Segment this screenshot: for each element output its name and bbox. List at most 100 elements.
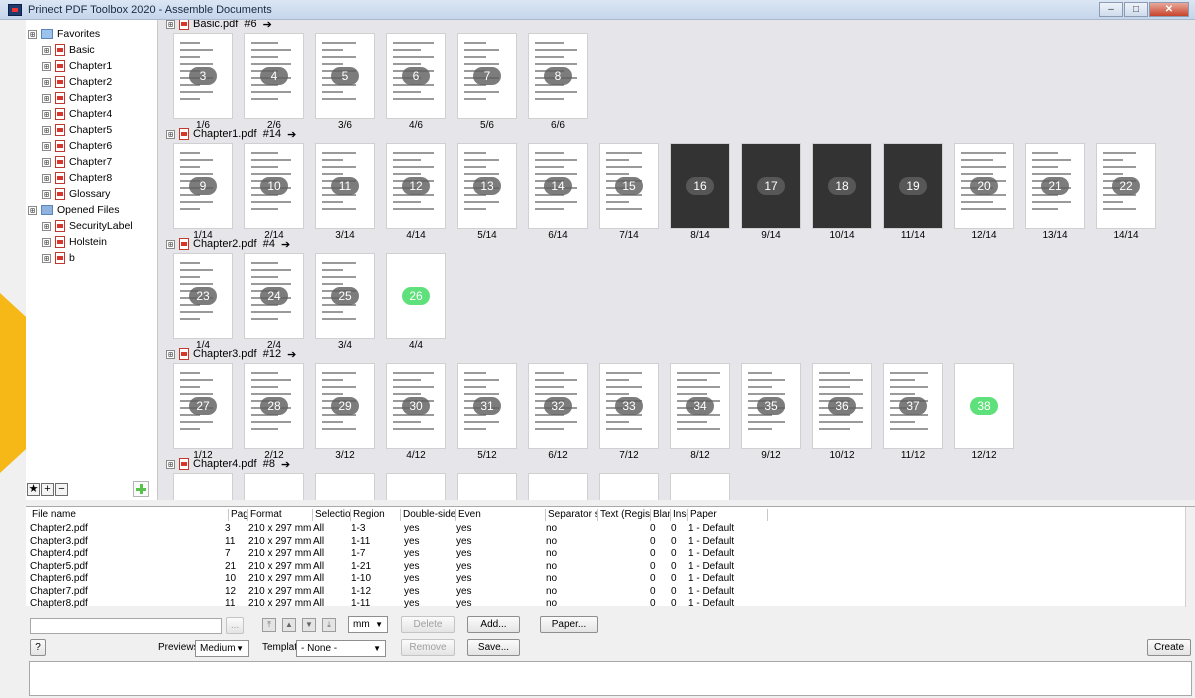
tree-item-chapter7[interactable]: ⊞ Chapter7 [42, 154, 112, 170]
document-table[interactable]: File namePageFormatSelectionRegionDouble… [26, 506, 1195, 609]
path-field[interactable] [30, 618, 222, 634]
tree-item-b[interactable]: ⊞ b [42, 250, 75, 266]
expand-icon[interactable]: ⊞ [42, 221, 51, 231]
tree-item-chapter4[interactable]: ⊞ Chapter4 [42, 106, 112, 122]
expand-icon[interactable]: ⊞ [42, 109, 51, 119]
tree-item-chapter8[interactable]: ⊞ Chapter8 [42, 170, 112, 186]
template-select[interactable]: - None - ▼ [296, 640, 386, 657]
minimize-button[interactable]: – [1099, 2, 1123, 17]
column-header[interactable]: Blank [651, 509, 671, 521]
expand-icon[interactable]: ⊞ [42, 173, 51, 183]
chevron-down-icon: ▼ [236, 644, 244, 653]
page-thumbnail[interactable] [671, 474, 729, 500]
table-row[interactable]: Chapter3.pdf 11 210 x 297 mm All 1-11 yes yes n… [26, 536, 1176, 548]
tree-item-opened-files[interactable]: ⊞ Opened Files [28, 202, 119, 218]
expand-icon[interactable]: ⊞ [42, 237, 51, 247]
column-header[interactable]: Format [248, 509, 313, 521]
expand-icon[interactable]: ⊞ [42, 45, 51, 55]
expand-icon[interactable]: ⊞ [42, 157, 51, 167]
group-header[interactable]: ⊞ Chapter2.pdf #4 ➔ [166, 236, 290, 252]
close-button[interactable]: ✕ [1149, 2, 1189, 17]
tree-item-favorites[interactable]: ⊞ Favorites [28, 26, 100, 42]
expand-icon[interactable]: ⊞ [42, 93, 51, 103]
page-thumbnail[interactable] [387, 474, 445, 500]
expand-icon[interactable]: ⊞ [166, 349, 175, 359]
table-row[interactable]: Chapter2.pdf 3 210 x 297 mm All 1-3 yes yes no 0… [26, 523, 1176, 535]
table-row[interactable]: Chapter6.pdf 10 210 x 297 mm All 1-10 yes yes n… [26, 573, 1176, 585]
create-button[interactable]: Create [1147, 639, 1191, 656]
save-button[interactable]: Save... [467, 639, 520, 656]
expand-icon[interactable]: ⊞ [42, 141, 51, 151]
remove-button[interactable]: Remove [401, 639, 455, 656]
page-thumbnail[interactable] [245, 474, 303, 500]
unit-select[interactable]: mm ▼ [348, 616, 388, 633]
page-thumbnail[interactable] [458, 474, 516, 500]
page-thumbnail[interactable] [529, 474, 587, 500]
move-down-icon[interactable]: ▼ [302, 618, 316, 632]
column-header[interactable]: Region [351, 509, 401, 521]
expand-icon[interactable]: ⊞ [28, 29, 37, 39]
expand-icon[interactable]: ⊞ [166, 20, 175, 29]
expand-icon[interactable]: ⊞ [166, 129, 175, 139]
table-row[interactable]: Chapter4.pdf 7 210 x 297 mm All 1-7 yes yes no 0… [26, 548, 1176, 560]
expand-icon[interactable]: ⊞ [28, 205, 37, 215]
page-label: 3/4 [338, 340, 352, 351]
tree-item-chapter3[interactable]: ⊞ Chapter3 [42, 90, 112, 106]
column-header[interactable]: File name [30, 509, 229, 521]
tree-item-basic[interactable]: ⊞ Basic [42, 42, 95, 58]
expand-icon[interactable]: ⊞ [42, 77, 51, 87]
group-header[interactable]: ⊞ Chapter3.pdf #12 ➔ [166, 346, 296, 362]
previews-value: Medium [200, 643, 236, 654]
browse-button[interactable]: ... [226, 617, 244, 634]
move-top-icon[interactable]: ⤒ [262, 618, 276, 632]
delete-button[interactable]: Delete [401, 616, 455, 633]
column-header[interactable]: Inser [671, 509, 688, 521]
tree-item-securitylabel[interactable]: ⊞ SecurityLabel [42, 218, 133, 234]
column-header[interactable]: Selection [313, 509, 351, 521]
column-header[interactable]: Double-sided [401, 509, 456, 521]
favorite-button[interactable]: ★ [27, 483, 40, 496]
page-thumbnail[interactable] [600, 474, 658, 500]
table-cell: yes [456, 548, 472, 559]
expand-icon[interactable]: ⊞ [42, 253, 51, 263]
group-header[interactable]: ⊞ Chapter1.pdf #14 ➔ [166, 126, 296, 142]
expand-icon[interactable]: ⊞ [166, 459, 175, 469]
add-button[interactable]: Add... [467, 616, 520, 633]
help-button[interactable]: ? [30, 639, 46, 656]
column-header[interactable]: Page [229, 509, 248, 521]
expand-icon[interactable]: ⊞ [42, 189, 51, 199]
column-header[interactable]: Text (Register) [598, 509, 651, 521]
page-preview-panel[interactable]: ⊞ Basic.pdf #6 ➔ 3 1/6 4 2/6 5 3/6 6 4/6 7 5/6 8 6/6 ⊞ C… [158, 20, 1195, 500]
tree-item-holstein[interactable]: ⊞ Holstein [42, 234, 107, 250]
column-header[interactable]: Even [456, 509, 546, 521]
page-thumbnail[interactable] [316, 474, 374, 500]
group-header[interactable]: ⊞ Chapter4.pdf #8 ➔ [166, 456, 290, 472]
tree-item-chapter5[interactable]: ⊞ Chapter5 [42, 122, 112, 138]
add-tree-button[interactable]: + [41, 483, 54, 496]
tree-item-chapter1[interactable]: ⊞ Chapter1 [42, 58, 112, 74]
column-header[interactable]: Paper [688, 509, 768, 521]
table-scrollbar[interactable] [1185, 507, 1195, 607]
remove-tree-button[interactable]: − [55, 483, 68, 496]
column-header[interactable]: Separator shee [546, 509, 598, 521]
paper-button[interactable]: Paper... [540, 616, 598, 633]
table-row[interactable]: Chapter5.pdf 21 210 x 297 mm All 1-21 yes yes n… [26, 561, 1176, 573]
table-cell: 210 x 297 mm [248, 548, 312, 559]
move-bottom-icon[interactable]: ⤓ [322, 618, 336, 632]
maximize-button[interactable]: □ [1124, 2, 1148, 17]
group-name: Basic.pdf [193, 20, 239, 30]
add-document-icon[interactable] [133, 481, 149, 497]
expand-icon[interactable]: ⊞ [166, 239, 175, 249]
tree-item-glossary[interactable]: ⊞ Glossary [42, 186, 110, 202]
pdf-icon [179, 458, 189, 470]
tree-item-chapter2[interactable]: ⊞ Chapter2 [42, 74, 112, 90]
chevron-down-icon: ▼ [375, 620, 383, 629]
expand-icon[interactable]: ⊞ [42, 61, 51, 71]
move-up-icon[interactable]: ▲ [282, 618, 296, 632]
expand-icon[interactable]: ⊞ [42, 125, 51, 135]
table-row[interactable]: Chapter7.pdf 12 210 x 297 mm All 1-12 yes yes n… [26, 586, 1176, 598]
tree-item-chapter6[interactable]: ⊞ Chapter6 [42, 138, 112, 154]
group-header[interactable]: ⊞ Basic.pdf #6 ➔ [166, 20, 272, 32]
page-thumbnail[interactable] [174, 474, 232, 500]
previews-select[interactable]: Medium ▼ [195, 640, 249, 657]
